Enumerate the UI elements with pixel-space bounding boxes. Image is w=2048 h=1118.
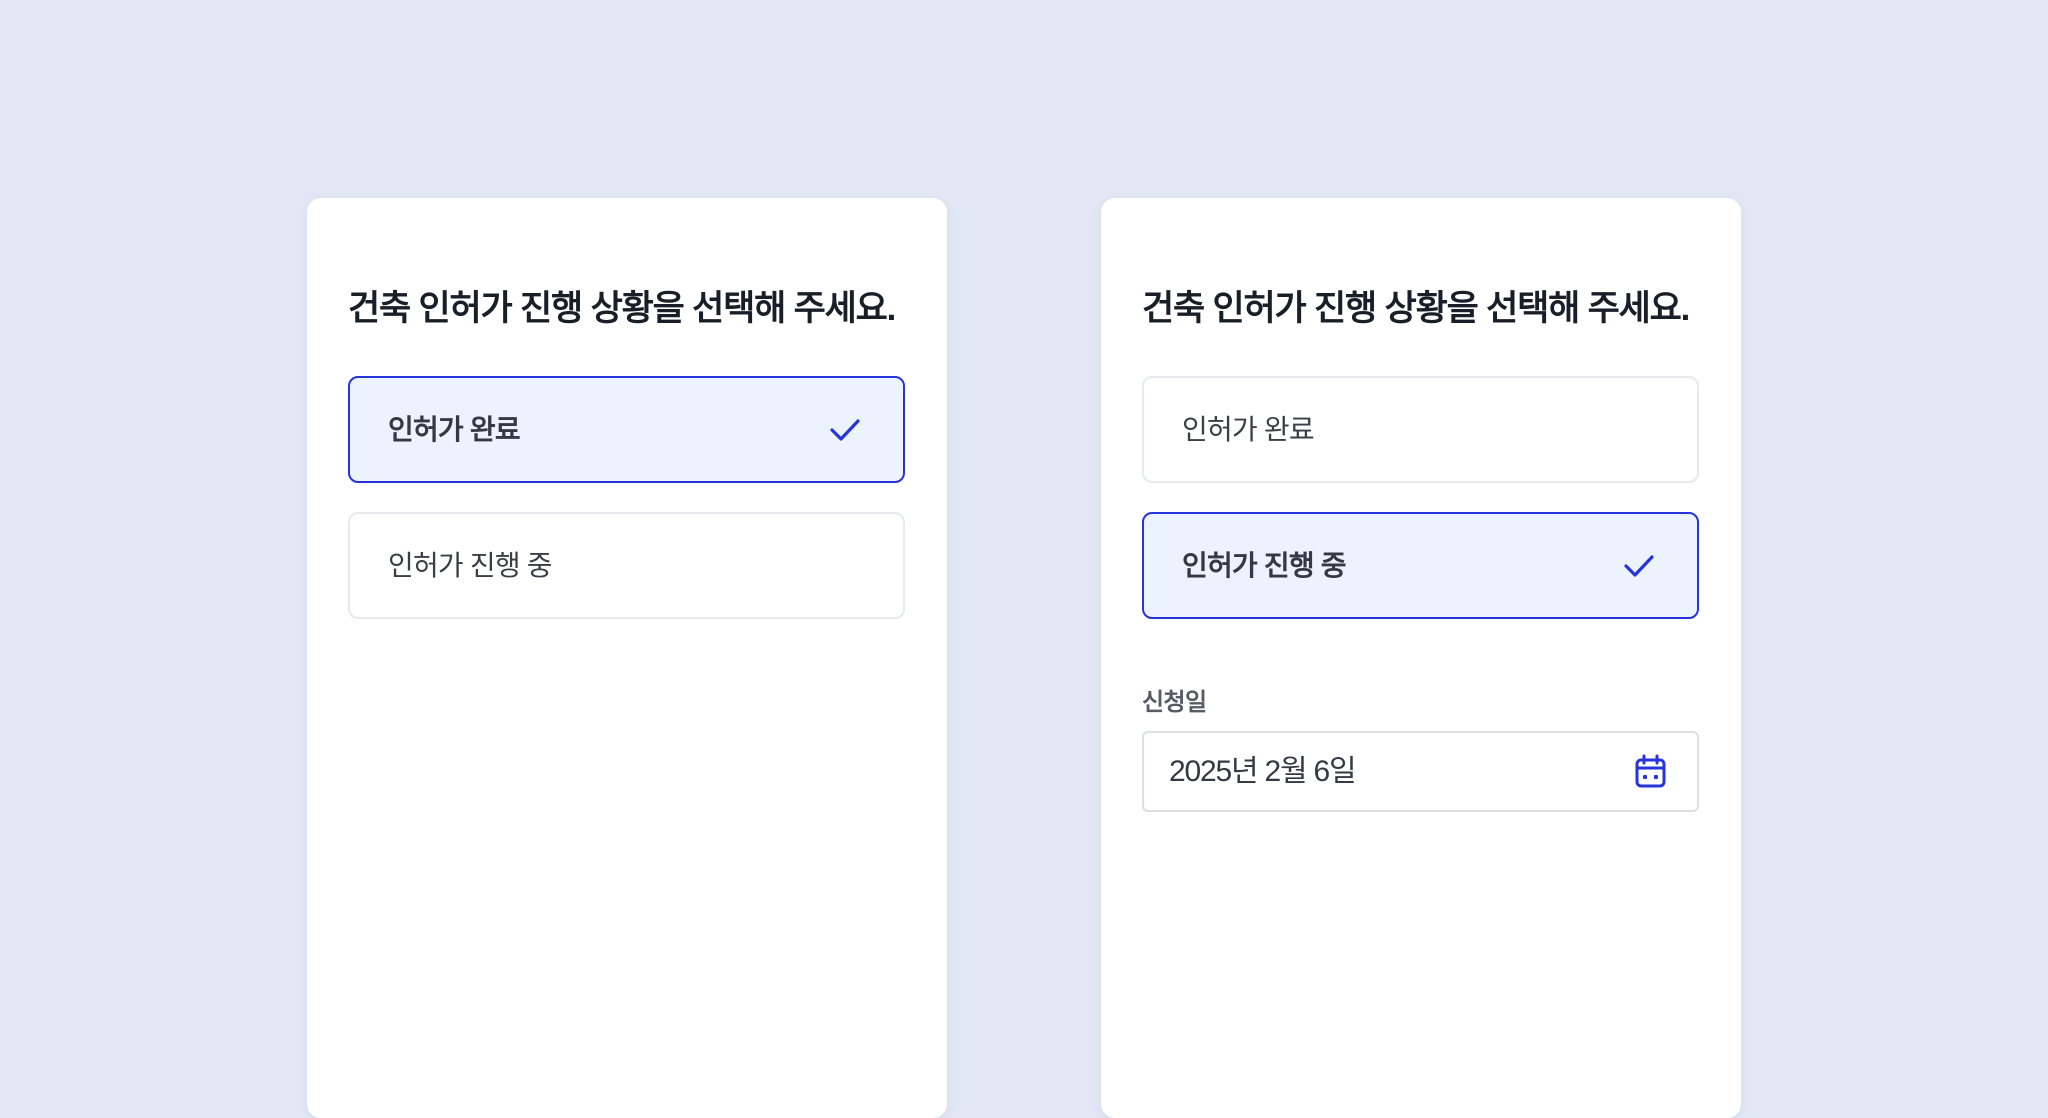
application-date-label: 신청일 [1142,689,1207,716]
option-permit-complete[interactable]: 인허가 완료 [1142,376,1699,483]
application-date-input[interactable]: 2025년 2월 6일 [1142,731,1699,812]
permit-status-card-left: 건축 인허가 진행 상황을 선택해 주세요. 인허가 완료 인허가 진행 중 [307,198,947,1118]
option-label: 인허가 완료 [1182,414,1315,445]
permit-status-card-right: 건축 인허가 진행 상황을 선택해 주세요. 인허가 완료 인허가 진행 중 신… [1101,198,1741,1118]
question-title: 건축 인허가 진행 상황을 선택해 주세요. [1142,289,1690,328]
option-permit-in-progress[interactable]: 인허가 진행 중 [1142,512,1699,619]
option-permit-complete[interactable]: 인허가 완료 [348,376,905,483]
option-label: 인허가 완료 [388,414,521,445]
calendar-icon[interactable] [1634,754,1667,789]
option-label: 인허가 진행 중 [388,550,553,581]
question-title: 건축 인허가 진행 상황을 선택해 주세요. [348,289,896,328]
check-icon [830,419,860,441]
check-icon [1624,555,1654,577]
date-value: 2025년 2월 6일 [1169,755,1357,788]
option-label: 인허가 진행 중 [1182,550,1347,581]
option-permit-in-progress[interactable]: 인허가 진행 중 [348,512,905,619]
